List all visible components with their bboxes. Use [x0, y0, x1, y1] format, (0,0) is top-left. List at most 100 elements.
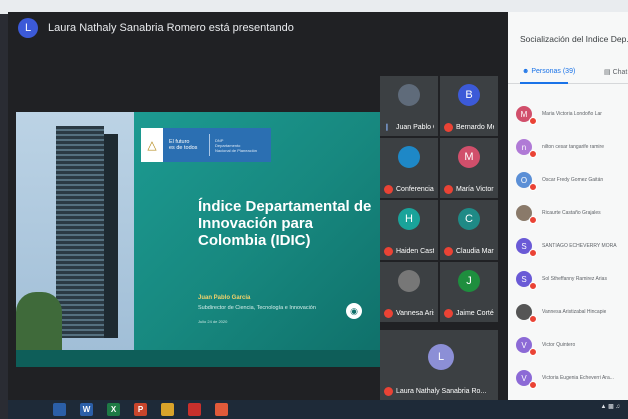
mic-off-icon [384, 185, 393, 194]
mic-off-icon [529, 117, 537, 125]
people-list-item[interactable]: M Maria Victoria Londoño Lar [516, 100, 628, 128]
speaking-icon: ❙ [384, 124, 390, 131]
person-name: Sol Stheffanny Ramirez Arias [542, 276, 607, 282]
people-list-item[interactable]: O Oscar Fredy Gomez Gaitán [516, 166, 628, 194]
mic-off-icon [384, 247, 393, 256]
participant-avatar: B [458, 84, 480, 106]
person-avatar: V [516, 337, 537, 356]
participant-tile[interactable]: J Jaime Cortés [440, 262, 498, 322]
person-avatar: V [516, 370, 537, 389]
mic-off-icon [529, 216, 537, 224]
edge-icon[interactable] [53, 403, 66, 416]
people-list-item[interactable]: S Sol Stheffanny Ramirez Arias [516, 265, 628, 293]
word-icon[interactable]: W [80, 403, 93, 416]
participant-avatar: J [458, 270, 480, 292]
people-list-item[interactable]: S SANTIAGO ECHEVERRY MORA [516, 232, 628, 260]
slide-title: Índice Departamental de Innovación para … [198, 198, 372, 249]
dnp-label: DNP Departamento Nacional de Planeación [210, 138, 265, 153]
participant-name: Bernardo Mes... [444, 123, 494, 132]
participant-name: Laura Nathaly Sanabria Ro... [384, 387, 494, 396]
participant-avatar [398, 84, 420, 106]
person-initial: M [520, 109, 528, 119]
person-name: Vannesa Aristizabal Hincapie [542, 309, 607, 315]
participant-name-text: Claudia Marc... [456, 248, 494, 255]
person-initial: O [520, 175, 528, 185]
person-avatar: S [516, 271, 537, 290]
participant-tile[interactable]: Vannesa Arist... [380, 262, 438, 322]
excel-icon[interactable]: X [107, 403, 120, 416]
participant-tile[interactable]: B Bernardo Mes... [440, 76, 498, 136]
participant-name: ❙ Juan Pablo G... [384, 123, 434, 132]
person-name: SANTIAGO ECHEVERRY MORA [542, 243, 617, 249]
speaker-role: Subdirector de Ciencia, Tecnología e Inn… [198, 305, 316, 311]
participant-tile[interactable]: Conferencias ... [380, 138, 438, 198]
participant-name: María Victoria... [444, 185, 494, 194]
innovation-logo-icon: ◉ [346, 303, 362, 319]
meeting-title: Socialización del Indice Dep... [520, 34, 628, 44]
slide-date: Julio 24 de 2020 [198, 319, 228, 324]
start-icon[interactable] [26, 403, 39, 416]
meeting-screen: L Laura Nathaly Sanabria Romero está pre… [8, 12, 628, 400]
tab-people[interactable]: ☻ Personas (39) [522, 68, 575, 75]
mic-off-icon [529, 249, 537, 257]
people-list-item[interactable]: n nilton cesar tangarife ramire [516, 133, 628, 161]
participant-name-text: Jaime Cortés [456, 310, 494, 317]
colombia-crest-icon: △ [141, 128, 163, 162]
dnp-line-3: Nacional de Planeación [215, 147, 258, 153]
tab-chat[interactable]: ▤ Chat [604, 68, 627, 76]
participant-name-text: Juan Pablo G... [396, 124, 434, 131]
person-initial: V [521, 340, 527, 350]
mic-off-icon [444, 247, 453, 256]
participant-tile-self[interactable]: L Laura Nathaly Sanabria Ro... [380, 330, 498, 400]
gov-slogan: El futuro es de todos [163, 139, 209, 151]
participant-avatar: H [398, 208, 420, 230]
participant-name-text: Haiden Castill... [396, 248, 434, 255]
mic-off-icon [384, 309, 393, 318]
mic-off-icon [529, 282, 537, 290]
government-logo-block: △ El futuro es de todos DNP Departamento… [141, 128, 271, 162]
tower-side-image [104, 134, 118, 338]
presenter-avatar: L [18, 18, 38, 38]
person-name: nilton cesar tangarife ramire [542, 144, 604, 150]
person-initial: V [521, 373, 527, 383]
tab-chat-label: Chat [612, 69, 628, 76]
chat-icon: ▤ [604, 69, 611, 76]
participant-name-text: Laura Nathaly Sanabria Ro... [396, 388, 487, 395]
people-list-item[interactable]: Vannesa Aristizabal Hincapie [516, 298, 628, 326]
tower-image [56, 126, 104, 338]
participant-tile[interactable]: H Haiden Castill... [380, 200, 438, 260]
panel-tabs: ☻ Personas (39) ▤ Chat [508, 64, 628, 84]
participant-tile[interactable]: ❙ Juan Pablo G... [380, 76, 438, 136]
mic-off-icon [529, 348, 537, 356]
people-list-item[interactable]: V Victor Quintero [516, 331, 628, 359]
powerpoint-icon[interactable]: P [134, 403, 147, 416]
person-initial: S [521, 241, 527, 251]
people-list-item[interactable]: V Victoria Eugenia Echeverri Ara... [516, 364, 628, 392]
participant-name: Conferencias ... [384, 185, 434, 194]
slide-bottom-band [16, 350, 380, 367]
participant-tile[interactable]: M María Victoria... [440, 138, 498, 198]
participant-name: Haiden Castill... [384, 247, 434, 256]
mic-off-icon [444, 309, 453, 318]
people-panel: Socialización del Indice Dep... ☻ Person… [508, 12, 628, 400]
participant-name-text: Bernardo Mes... [456, 124, 494, 131]
mic-off-icon [444, 185, 453, 194]
chrome-icon[interactable] [215, 403, 228, 416]
participant-avatar: M [458, 146, 480, 168]
person-initial: S [521, 274, 527, 284]
people-icon: ☻ [522, 68, 530, 75]
person-initial: n [521, 142, 527, 152]
person-name: Victor Quintero [542, 342, 576, 348]
person-avatar: O [516, 172, 537, 191]
participant-name: Vannesa Arist... [384, 309, 434, 318]
explorer-icon[interactable] [161, 403, 174, 416]
participant-tile[interactable]: C Claudia Marc... [440, 200, 498, 260]
participant-name: Claudia Marc... [444, 247, 494, 256]
building-photo [16, 112, 134, 367]
participant-avatar: L [428, 344, 454, 370]
active-tab-indicator [520, 82, 568, 84]
presenter-status-text: Laura Nathaly Sanabria Romero está prese… [48, 22, 294, 34]
people-list-item[interactable]: Ricaurte Castaño Grajales [516, 199, 628, 227]
pdf-icon[interactable] [188, 403, 201, 416]
participant-name: Jaime Cortés [444, 309, 494, 318]
